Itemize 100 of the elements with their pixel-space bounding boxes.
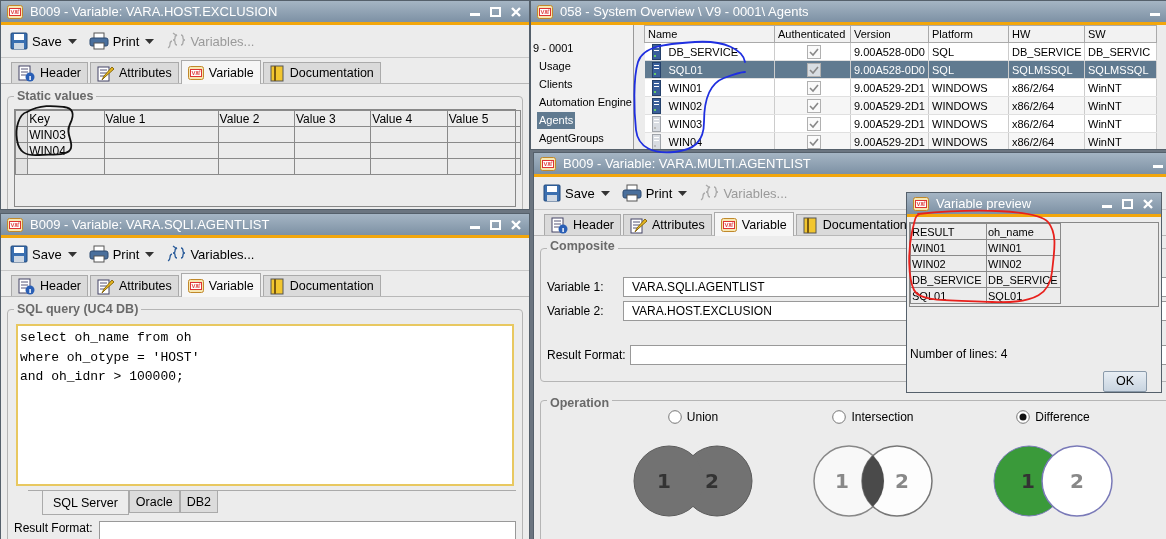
table-cell: WIN01 <box>986 239 1061 256</box>
window-title: B009 - Variable: VARA.SQLI.AGENTLIST <box>30 217 271 232</box>
radio-button[interactable]: Intersection <box>832 410 914 424</box>
caret-icon[interactable] <box>67 251 77 257</box>
field-label: Variable 2: <box>547 304 605 318</box>
agent-name: WIN01 <box>668 81 703 94</box>
column-header: Value 2 <box>218 110 295 127</box>
radio-circle-icon <box>1016 410 1031 424</box>
column-header: Value 3 <box>294 110 371 127</box>
tree-item[interactable]: Clients <box>537 76 575 93</box>
tree-item[interactable]: 9 - 0001 <box>531 40 576 57</box>
tab[interactable]: Header <box>11 275 88 296</box>
variable-icon <box>187 65 204 80</box>
info-document-icon <box>551 216 568 234</box>
field-label: Variable 1: <box>547 280 605 294</box>
print-button[interactable]: Print <box>618 182 676 204</box>
tab[interactable]: DB2 <box>179 491 218 513</box>
print-button[interactable]: Print <box>85 30 143 52</box>
print-icon <box>88 32 109 50</box>
print-icon <box>88 245 109 263</box>
group-title: Operation <box>547 396 613 410</box>
agent-row[interactable]: SQL01 9.00A528-0D0 SQL SQLMSSQL SQLMSSQL <box>644 60 1157 79</box>
maximize-icon[interactable] <box>490 6 501 17</box>
maximize-icon[interactable] <box>1122 198 1133 209</box>
book-icon <box>269 64 285 82</box>
tab[interactable]: Attributes <box>623 214 712 235</box>
result-format-field[interactable] <box>98 521 516 539</box>
caret-icon[interactable] <box>67 38 77 44</box>
radio-button[interactable]: Difference <box>1016 410 1090 424</box>
column-header[interactable]: Version <box>850 25 929 43</box>
variable-icon <box>537 4 553 19</box>
tab[interactable]: Header <box>11 62 88 83</box>
agent-row[interactable]: WIN02 9.00A529-2D1 WINDOWS x86/2/64 WinNT <box>644 96 1157 115</box>
save-button[interactable]: Save <box>7 243 65 265</box>
close-icon[interactable] <box>1143 198 1153 209</box>
tab[interactable]: Header <box>544 214 621 235</box>
caret-icon[interactable] <box>678 190 688 196</box>
window-title: 058 - System Overview \ V9 - 0001\ Agents <box>560 4 810 19</box>
save-button[interactable]: Save <box>7 30 65 52</box>
print-button[interactable]: Print <box>85 243 143 265</box>
tree-item[interactable]: AgentGroups <box>537 130 606 147</box>
tab[interactable]: Attributes <box>90 275 179 296</box>
set-number: 1 <box>657 469 671 493</box>
agent-row[interactable]: WIN01 9.00A529-2D1 WINDOWS x86/2/64 WinNT <box>644 78 1157 97</box>
variables-button[interactable]: Variables... <box>163 243 258 265</box>
braces-icon <box>166 245 187 263</box>
save-icon <box>10 245 28 263</box>
tab[interactable]: Oracle <box>128 491 180 513</box>
close-icon[interactable] <box>511 6 521 17</box>
tab[interactable]: Documentation <box>262 62 381 83</box>
set-number: 2 <box>1070 469 1084 493</box>
radio-circle-icon <box>667 410 682 424</box>
caret-icon[interactable] <box>145 251 155 257</box>
variable-icon <box>7 217 23 232</box>
book-icon <box>802 216 818 234</box>
tab[interactable]: Variable <box>180 60 261 84</box>
table-cell[interactable]: WIN03 <box>27 126 105 143</box>
column-header[interactable]: Name <box>644 25 775 43</box>
radio-button[interactable]: Union <box>667 410 719 424</box>
window-title: Variable preview <box>936 196 1033 211</box>
tree-item[interactable]: Automation Engine <box>537 94 634 111</box>
sql-query-field[interactable]: select oh_name from oh where oh_otype = 'HOST' and oh_idnr > 100000; <box>16 324 514 486</box>
close-icon[interactable] <box>511 219 521 230</box>
braces-icon <box>166 32 187 50</box>
agent-row[interactable]: DB_SERVICE 9.00A528-0D0 SQL DB_SERVICE DB_SERVIC <box>644 42 1157 61</box>
tree-item[interactable]: Agents <box>537 112 576 129</box>
caret-icon[interactable] <box>145 38 155 44</box>
caret-icon[interactable] <box>600 190 610 196</box>
variable-icon <box>7 4 23 19</box>
tab[interactable]: Variable <box>180 273 261 297</box>
table-cell: SQL01 <box>986 287 1061 304</box>
column-header[interactable]: Authenticated <box>774 25 851 43</box>
column-header[interactable]: Platform <box>928 25 1009 43</box>
agent-row[interactable]: WIN03 9.00A529-2D1 WINDOWS x86/2/64 WinNT <box>644 114 1157 133</box>
pencil-document-icon <box>97 64 114 82</box>
group-title: SQL query (UC4 DB) <box>14 302 142 316</box>
ok-button[interactable]: OK <box>1103 370 1147 392</box>
window-title: B009 - Variable: VARA.MULTI.AGENTLIST <box>563 156 812 171</box>
column-header: oh_name <box>986 223 1061 240</box>
set-number: 2 <box>895 469 909 493</box>
tab[interactable]: Variable <box>713 212 794 236</box>
tab[interactable]: Documentation <box>262 275 381 296</box>
radio-circle-icon <box>832 410 847 424</box>
variable-icon <box>540 156 556 171</box>
tree-item[interactable]: Usage <box>537 58 573 75</box>
braces-icon <box>699 184 720 202</box>
agent-name: DB_SERVICE <box>668 45 738 58</box>
set-number: 1 <box>835 469 849 493</box>
column-header[interactable]: SW <box>1084 25 1157 43</box>
tab[interactable]: Attributes <box>90 62 179 83</box>
column-header[interactable]: HW <box>1008 25 1085 43</box>
maximize-icon[interactable] <box>490 219 501 230</box>
save-button[interactable]: Save <box>540 182 598 204</box>
variable-icon <box>720 217 737 232</box>
column-header: Value 5 <box>447 110 521 127</box>
field-label: Result Format: <box>547 348 627 362</box>
column-header: Key <box>27 110 105 127</box>
tab[interactable]: SQL Server <box>42 491 129 515</box>
line-count: Number of lines: 4 <box>910 346 1009 361</box>
table-cell: WIN01 <box>910 239 987 256</box>
